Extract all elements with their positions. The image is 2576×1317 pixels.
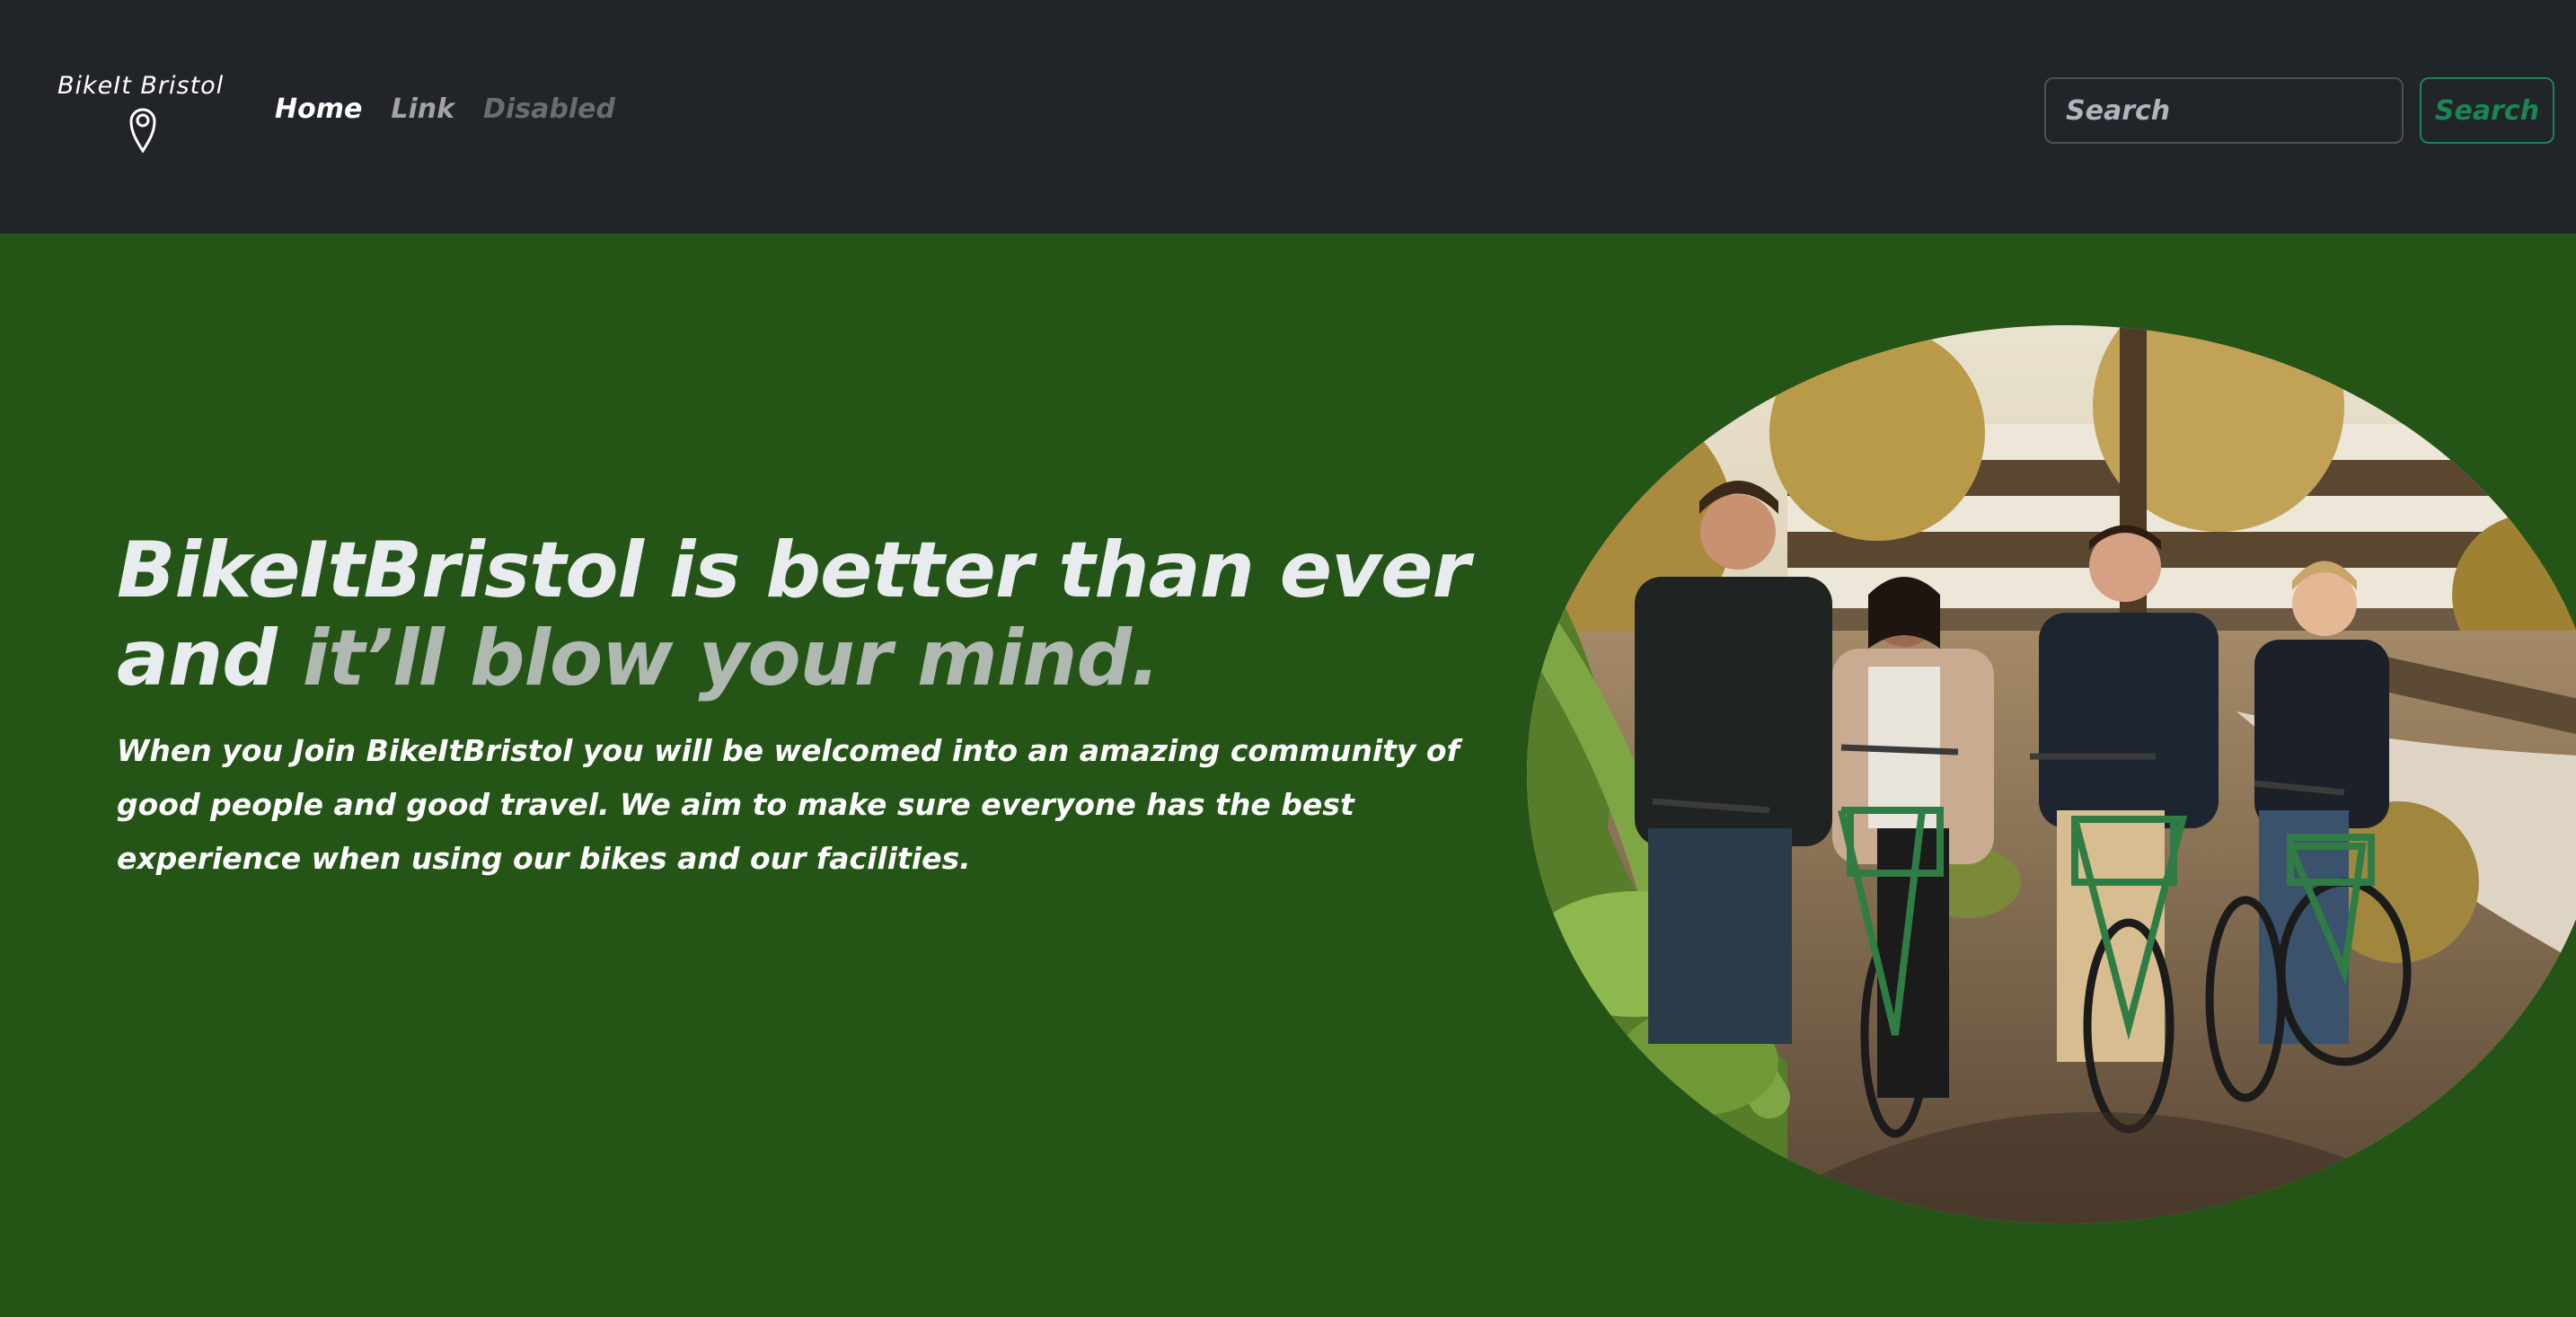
nav-links: Home Link Disabled	[275, 92, 615, 128]
hero-headline-lead: and	[117, 614, 278, 703]
brand-logo-text: BikeIt Bristol	[57, 72, 225, 100]
hero-headline: BikeItBristol is better than ever and it’…	[117, 526, 1509, 703]
hero-headline-accent: it’ll blow your mind.	[302, 614, 1160, 703]
hero-headline-main: BikeItBristol is better than ever	[117, 526, 1470, 615]
nav-link-disabled: Disabled	[483, 93, 615, 125]
search-button[interactable]: Search	[2420, 77, 2554, 144]
hero-description: When you Join BikeItBristol you will be …	[117, 733, 1460, 876]
nav-link-home[interactable]: Home	[275, 92, 362, 128]
hero-photo	[1527, 325, 2576, 1224]
brand-logo[interactable]: BikeIt Bristol	[57, 72, 225, 162]
nav-link-link[interactable]: Link	[391, 92, 454, 128]
search-input[interactable]	[2044, 77, 2404, 144]
navbar: BikeIt Bristol Home Link Disabled Search	[0, 0, 2576, 234]
map-pin-icon	[129, 108, 156, 153]
